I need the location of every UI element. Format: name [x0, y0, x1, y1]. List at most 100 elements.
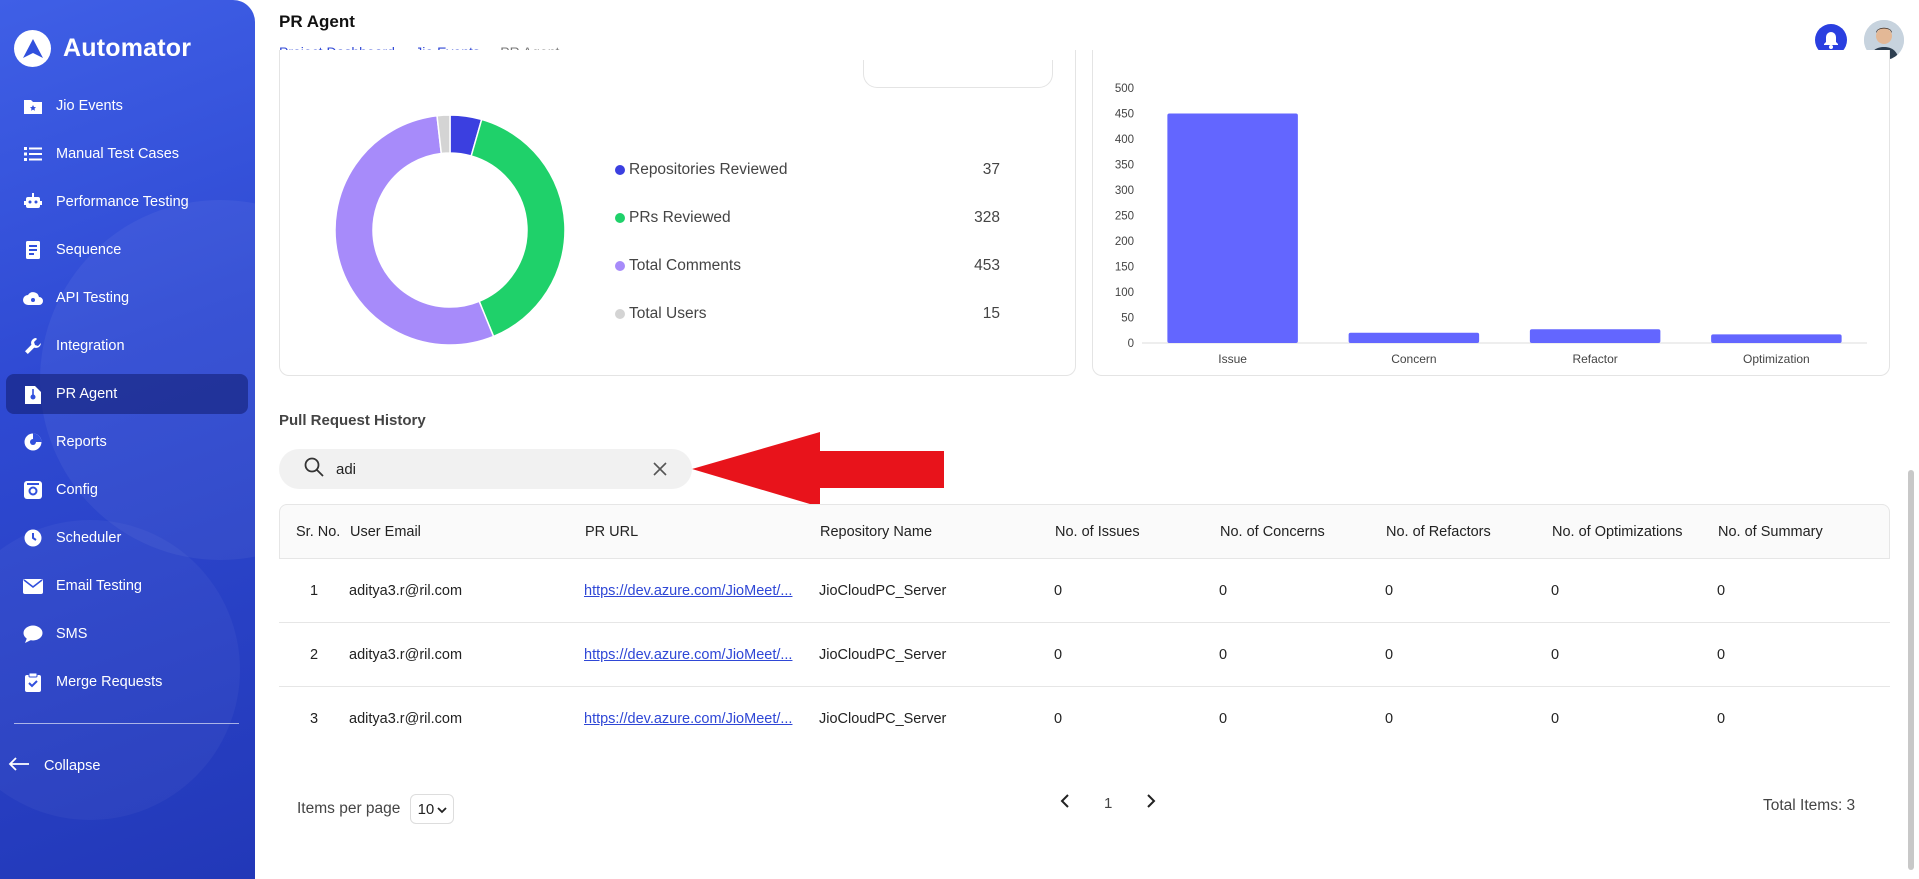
sidebar-item-reports[interactable]: Reports	[6, 422, 248, 462]
column-header[interactable]: PR URL	[585, 524, 820, 540]
sidebar-item-jio-events[interactable]: Jio Events	[6, 86, 248, 126]
arrow-left-icon	[8, 756, 30, 776]
legend-label: Repositories Reviewed	[629, 161, 788, 178]
pr-url-link[interactable]: https://dev.azure.com/JioMeet/...	[584, 583, 804, 599]
items-per-page-value: 10	[417, 800, 435, 818]
brand[interactable]: Automator	[14, 30, 191, 67]
current-page[interactable]: 1	[1104, 795, 1112, 812]
legend-row-prs: PRs Reviewed 328	[615, 194, 1000, 242]
chat-icon	[22, 623, 44, 645]
chevron-right-icon[interactable]	[1146, 794, 1156, 812]
cell-sr-no: 3	[309, 711, 319, 727]
table-body: 1 aditya3.r@ril.com https://dev.azure.co…	[279, 559, 1890, 751]
column-header[interactable]: User Email	[350, 524, 585, 540]
robot-icon	[22, 191, 44, 213]
bar-optimization[interactable]	[1711, 334, 1842, 343]
cloud-icon	[22, 287, 44, 309]
legend-value: 15	[982, 305, 1000, 322]
app-name: Automator	[63, 34, 192, 62]
sidebar-item-manual-test-cases[interactable]: Manual Test Cases	[6, 134, 248, 174]
cell-summary: 0	[1717, 582, 1726, 599]
cell-concerns: 0	[1219, 646, 1228, 663]
sidebar-item-performance-testing[interactable]: Performance Testing	[6, 182, 248, 222]
sidebar-item-label: PR Agent	[56, 386, 118, 402]
column-header[interactable]: No. of Summary	[1718, 524, 1884, 540]
filter-dropdown[interactable]	[863, 60, 1053, 88]
items-per-page-label: Items per page	[297, 800, 401, 817]
column-header[interactable]: Repository Name	[820, 524, 1055, 540]
cell-concerns: 0	[1219, 711, 1228, 727]
collapse-button[interactable]: Collapse	[8, 756, 100, 776]
summary-legend: Repositories Reviewed 37 PRs Reviewed 32…	[615, 146, 1000, 338]
cell-optimizations: 0	[1551, 582, 1560, 599]
sidebar-item-api-testing[interactable]: API Testing	[6, 278, 248, 318]
sidebar-item-label: Manual Test Cases	[56, 146, 180, 162]
sidebar-item-pr-agent[interactable]: PR Agent	[6, 374, 248, 414]
legend-dot	[615, 213, 625, 223]
bar-concern[interactable]	[1348, 332, 1480, 343]
search-box	[279, 449, 692, 489]
legend-label: Total Comments	[629, 257, 741, 274]
sidebar-divider	[14, 723, 239, 724]
y-tick-label: 500	[1115, 83, 1134, 95]
legend-label: Total Users	[629, 305, 707, 322]
annotation-arrow-icon	[692, 432, 944, 507]
table-row[interactable]: 2 aditya3.r@ril.com https://dev.azure.co…	[279, 623, 1890, 687]
sidebar-item-label: Jio Events	[56, 98, 123, 114]
column-header[interactable]: No. of Concerns	[1220, 524, 1386, 540]
sidebar-item-scheduler[interactable]: Scheduler	[6, 518, 248, 558]
x-tick-label: Concern	[1391, 352, 1436, 366]
close-icon[interactable]	[652, 461, 668, 482]
cell-refactors: 0	[1385, 646, 1394, 663]
sidebar-item-sequence[interactable]: Sequence	[6, 230, 248, 270]
column-header[interactable]: No. of Issues	[1055, 524, 1220, 540]
column-header[interactable]: Sr. No.	[280, 524, 350, 540]
cell-repository-name: JioCloudPC_Server	[819, 582, 947, 599]
chevron-left-icon[interactable]	[1060, 794, 1070, 812]
cell-summary: 0	[1717, 646, 1726, 663]
sidebar: Automator Jio Events Manual Test Cases P…	[0, 0, 255, 879]
sidebar-item-label: Performance Testing	[56, 194, 189, 210]
cell-refactors: 0	[1385, 711, 1394, 727]
document-icon	[22, 239, 44, 261]
legend-dot	[615, 309, 625, 319]
sidebar-item-config[interactable]: Config	[6, 470, 248, 510]
clipboard-icon	[22, 671, 44, 693]
section-title: Pull Request History	[279, 412, 426, 429]
sidebar-item-label: API Testing	[56, 290, 130, 306]
sidebar-item-merge-requests[interactable]: Merge Requests	[6, 662, 248, 702]
settings-box-icon	[22, 479, 44, 501]
sidebar-item-label: SMS	[56, 626, 88, 642]
legend-dot	[615, 165, 625, 175]
sidebar-item-label: Config	[56, 482, 98, 498]
x-tick-label: Issue	[1218, 352, 1247, 366]
sidebar-item-sms[interactable]: SMS	[6, 614, 248, 654]
cell-sr-no: 1	[309, 582, 319, 599]
category-bar-chart: 0 50 100 150 200 250 300 350 400 450 500 Issue Conce…	[1115, 83, 1867, 366]
cell-summary: 0	[1717, 711, 1726, 727]
y-tick-label: 350	[1115, 160, 1134, 172]
bar-issue[interactable]	[1167, 113, 1298, 344]
sidebar-item-email-testing[interactable]: Email Testing	[6, 566, 248, 606]
legend-row-comments: Total Comments 453	[615, 242, 1000, 290]
sidebar-item-label: Sequence	[56, 242, 122, 258]
bar-refactor[interactable]	[1529, 329, 1661, 343]
y-tick-label: 100	[1115, 287, 1134, 299]
column-header[interactable]: No. of Optimizations	[1552, 524, 1718, 540]
table-header: Sr. No. User Email PR URL Repository Nam…	[279, 504, 1890, 559]
y-tick-label: 200	[1115, 236, 1134, 248]
page-scrollbar[interactable]	[1908, 470, 1914, 870]
cell-repository-name: JioCloudPC_Server	[819, 646, 947, 663]
items-per-page-select[interactable]: 10	[410, 794, 455, 824]
app-root: Automator Jio Events Manual Test Cases P…	[0, 0, 1919, 879]
pr-url-link[interactable]: https://dev.azure.com/JioMeet/...	[584, 711, 804, 727]
column-header[interactable]: No. of Refactors	[1386, 524, 1552, 540]
summary-donut-chart	[334, 114, 566, 346]
sidebar-item-integration[interactable]: Integration	[6, 326, 248, 366]
search-input[interactable]	[336, 460, 636, 478]
pr-url-link[interactable]: https://dev.azure.com/JioMeet/...	[584, 647, 804, 663]
donut-slice[interactable]	[470, 118, 566, 338]
table-row[interactable]: 3 aditya3.r@ril.com https://dev.azure.co…	[279, 687, 1890, 751]
table-row[interactable]: 1 aditya3.r@ril.com https://dev.azure.co…	[279, 559, 1890, 623]
y-tick-label: 150	[1115, 262, 1134, 274]
